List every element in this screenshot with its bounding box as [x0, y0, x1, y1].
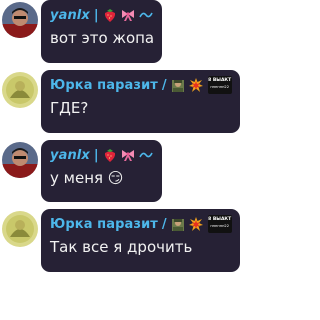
message-text: ГДЕ?	[50, 99, 89, 117]
badge-line1: 8 ВЫАКТ	[208, 78, 232, 83]
name-separator: /	[161, 77, 167, 93]
strawberry-icon	[102, 7, 118, 23]
badge-line2: нннннн22	[210, 85, 229, 89]
explosion-icon	[188, 77, 204, 93]
avatar-yurka[interactable]	[2, 72, 38, 108]
avatar-yanlx[interactable]	[2, 142, 38, 178]
badge-line1: 8 ВЫАКТ	[208, 217, 232, 222]
message-bubble: yanlx | у меня 😏	[41, 140, 162, 202]
soldier-icon	[170, 77, 186, 93]
author-row: yanlx |	[50, 145, 154, 165]
ribbon-icon	[120, 147, 136, 163]
name-separator: /	[161, 216, 167, 232]
avatar-image	[2, 142, 38, 178]
badge-line2: нннннн22	[210, 224, 229, 228]
strawberry-icon	[102, 147, 118, 163]
soldier-icon	[170, 216, 186, 232]
author-name[interactable]: Юрка паразит	[50, 217, 158, 232]
ribbon-icon	[120, 7, 136, 23]
message-bubble: Юрка паразит / 8 ВЫАКТ нннннн22 Так все …	[41, 209, 240, 272]
avatar-yurka[interactable]	[2, 211, 38, 247]
explosion-icon	[188, 216, 204, 232]
tilde-icon	[138, 147, 154, 163]
name-separator: |	[93, 147, 99, 163]
message-text: Так все я дрочить	[50, 238, 193, 256]
avatar-image	[2, 2, 38, 38]
author-name[interactable]: yanlx	[50, 8, 90, 23]
author-row: Юрка паразит / 8 ВЫАКТ нннннн22	[50, 75, 232, 95]
message-text: вот это жопа	[50, 29, 155, 47]
author-row: Юрка паразит / 8 ВЫАКТ нннннн22	[50, 214, 232, 234]
avatar-image	[2, 72, 38, 108]
message-bubble: Юрка паразит / 8 ВЫАКТ нннннн22 ГДЕ?	[41, 70, 240, 133]
chat-log: yanlx | вот это жопа Юрка паразит / 8 ВЫ…	[0, 0, 245, 320]
name-separator: |	[93, 7, 99, 23]
tilde-icon	[138, 7, 154, 23]
community-badge: 8 ВЫАКТ нннннн22	[207, 76, 232, 94]
avatar-yanlx[interactable]	[2, 2, 38, 38]
author-name[interactable]: Юрка паразит	[50, 78, 158, 93]
message-text: у меня 😏	[50, 169, 124, 187]
avatar-image	[2, 211, 38, 247]
community-badge: 8 ВЫАКТ нннннн22	[207, 215, 232, 233]
message-bubble: yanlx | вот это жопа	[41, 0, 162, 63]
author-row: yanlx |	[50, 5, 154, 25]
author-name[interactable]: yanlx	[50, 148, 90, 163]
